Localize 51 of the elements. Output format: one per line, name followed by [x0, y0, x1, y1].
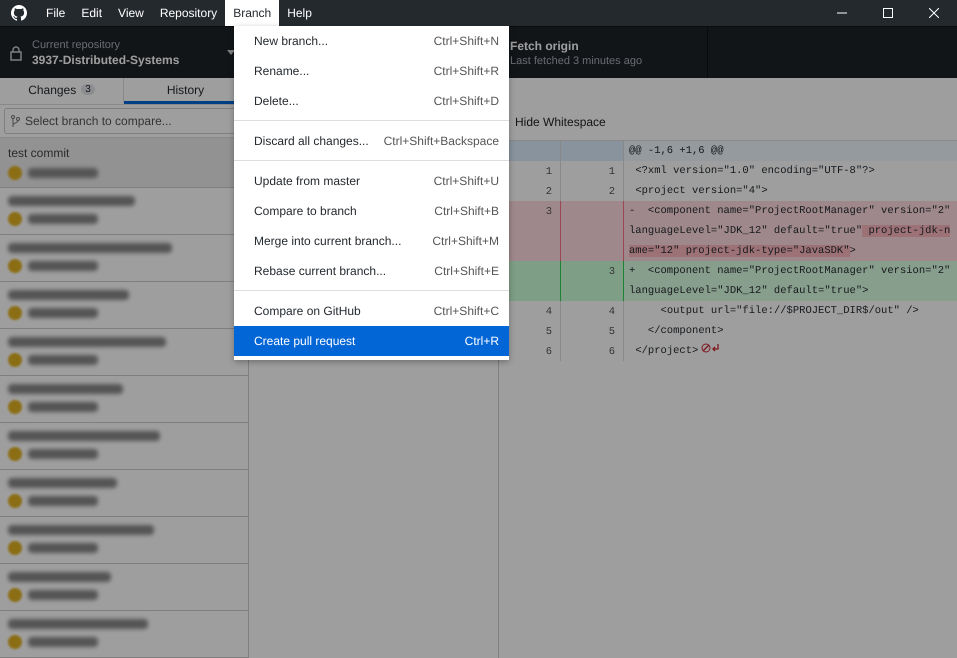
line-number: 3: [561, 261, 624, 301]
caret-icon: [227, 50, 235, 55]
blurred-text: [28, 637, 98, 647]
code-line: @@ -1,6 +1,6 @@: [628, 144, 725, 159]
menu-item[interactable]: Branch: [225, 0, 280, 26]
avatar: [8, 635, 22, 649]
menu-item[interactable]: Repository: [152, 0, 226, 26]
branch-icon: [11, 115, 20, 127]
count-badge: 3: [81, 84, 95, 95]
code-line: <project version="4">: [634, 184, 769, 199]
menu-item[interactable]: File: [38, 0, 74, 26]
avatar: [8, 212, 22, 226]
menu-item[interactable]: Edit: [73, 0, 110, 26]
blurred-text: [28, 168, 98, 178]
code-line: - <component name="ProjectRootManager" version="2" languageLevel="JDK_12" default="true" project-jdk-name="12" project-jdk-type="JavaSDK">: [628, 204, 952, 259]
repository-name: 3937-Distributed-Systems: [32, 52, 180, 66]
menu-item[interactable]: View: [110, 0, 152, 26]
avatar: [8, 541, 22, 555]
menu-item[interactable]: Create pull request Ctrl+R: [234, 326, 509, 356]
tab[interactable]: Changes 3: [0, 78, 124, 104]
avatar: [8, 494, 22, 508]
code-line: </component>: [646, 324, 725, 339]
blurred-text: [28, 543, 98, 553]
fetch-subtitle: Last fetched 3 minutes ago: [510, 54, 642, 66]
avatar: [8, 353, 22, 367]
avatar: [8, 400, 22, 414]
fetch-title: Fetch origin: [510, 38, 580, 52]
lock-icon: [10, 44, 22, 60]
avatar: [8, 259, 22, 273]
line-number: 6: [561, 341, 624, 361]
blurred-text: [28, 261, 98, 271]
avatar: [8, 166, 22, 180]
blurred-text: [28, 590, 98, 600]
toolbar-caption: Current repository: [32, 38, 122, 50]
avatar: [8, 447, 22, 461]
menu-item[interactable]: Help: [279, 0, 320, 26]
code-line: </project>: [624, 341, 957, 361]
blurred-text: [28, 355, 98, 365]
code-line: + <component name="ProjectRootManager" version="2" languageLevel="JDK_12" default="true">: [628, 264, 952, 299]
logo-icon: [11, 5, 27, 21]
blurred-text: [28, 214, 98, 224]
avatar: [8, 588, 22, 602]
avatar: [8, 306, 22, 320]
code-line: <?xml version="1.0" encoding="UTF-8"?>: [634, 164, 876, 179]
blurred-text: [28, 308, 98, 318]
blurred-text: [28, 449, 98, 459]
code-line: <output url="file://$PROJECT_DIR$/out" />: [660, 304, 920, 319]
hide-whitespace-option[interactable]: Hide Whitespace: [515, 114, 606, 128]
blurred-text: [28, 402, 98, 412]
blurred-text: [28, 496, 98, 506]
commit-title: test commit: [8, 146, 70, 160]
